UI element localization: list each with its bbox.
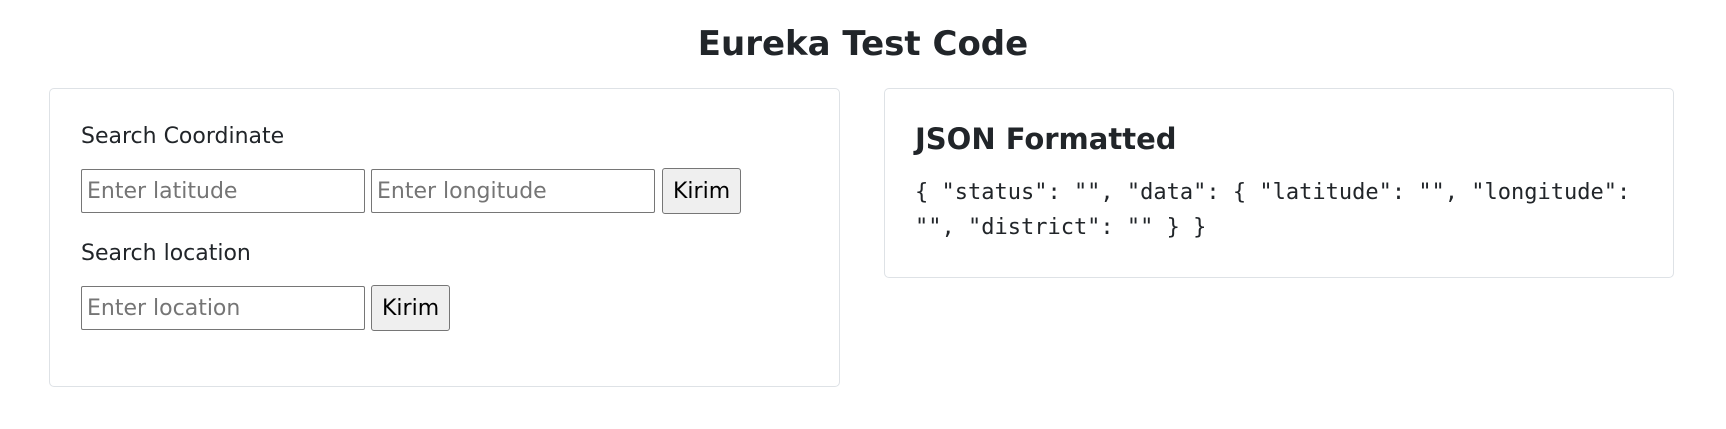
latitude-input[interactable] — [81, 169, 365, 213]
search-card: Search Coordinate Kirim Search location … — [49, 88, 840, 387]
search-location-label: Search location — [81, 241, 251, 266]
json-output: { "status": "", "data": { "latitude": ""… — [915, 180, 1631, 240]
json-card: JSON Formatted { "status": "", "data": {… — [884, 88, 1674, 278]
location-input[interactable] — [81, 286, 365, 330]
coordinate-submit-button[interactable]: Kirim — [662, 168, 742, 214]
json-card-title: JSON Formatted — [915, 122, 1177, 156]
location-submit-button[interactable]: Kirim — [371, 285, 451, 331]
longitude-input[interactable] — [371, 169, 655, 213]
page-title: Eureka Test Code — [697, 24, 1029, 64]
search-coordinate-label: Search Coordinate — [81, 124, 285, 149]
